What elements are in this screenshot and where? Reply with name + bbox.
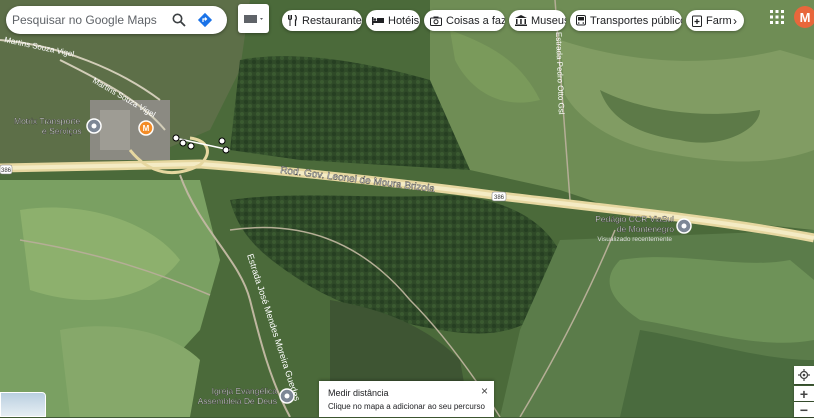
chip-hoteis[interactable]: Hotéis xyxy=(366,10,420,31)
bed-icon xyxy=(372,16,384,25)
chip-restaurantes[interactable]: Restaurantes xyxy=(282,10,362,31)
svg-text:Pedágio CCR ViaSul: Pedágio CCR ViaSul xyxy=(595,214,674,224)
measure-title: Medir distância xyxy=(328,388,389,398)
svg-text:M: M xyxy=(143,124,150,133)
svg-text:Motrix Transporte: Motrix Transporte xyxy=(14,116,80,126)
camera-icon xyxy=(430,16,442,26)
zoom-in-button[interactable]: + xyxy=(794,386,814,402)
measure-distance-card: Medir distância Clique no mapa a adicion… xyxy=(319,381,494,417)
svg-text:Assembleia De Deus: Assembleia De Deus xyxy=(198,396,277,406)
crosshair-icon xyxy=(798,369,810,381)
route-shield-386-west: 386 xyxy=(0,164,13,175)
svg-text:Igreja Evangélica: Igreja Evangélica xyxy=(212,386,277,396)
route-shield-386-center: 386 xyxy=(491,191,507,202)
directions-icon[interactable] xyxy=(194,9,216,31)
pharmacy-icon xyxy=(692,15,702,27)
museum-icon xyxy=(515,15,527,26)
svg-text:e Serviços: e Serviços xyxy=(42,126,82,136)
search-input[interactable] xyxy=(10,12,164,28)
svg-text:386: 386 xyxy=(494,195,505,201)
chip-label: Coisas a fazer xyxy=(446,14,505,27)
chip-label: Hotéis xyxy=(388,14,420,27)
svg-text:386: 386 xyxy=(1,168,12,174)
svg-text:Visualizado recentemente: Visualizado recentemente xyxy=(597,236,672,243)
close-icon[interactable]: × xyxy=(481,384,488,398)
search-box[interactable] xyxy=(6,6,227,34)
search-icon[interactable] xyxy=(168,9,190,31)
chip-transportes-publicos[interactable]: Transportes públicos xyxy=(570,10,682,31)
apps-grid-icon[interactable] xyxy=(768,8,786,26)
zoom-out-button[interactable]: − xyxy=(794,402,814,418)
measure-description: Clique no mapa a adicionar ao seu percur… xyxy=(328,402,485,411)
satellite-map[interactable]: 386 386 Rod. Gov. Leonel de Moura Brizol… xyxy=(0,0,814,417)
bus-icon xyxy=(576,14,586,27)
layers-button[interactable] xyxy=(238,4,269,33)
layers-icon xyxy=(243,14,263,23)
chevron-right-icon[interactable]: › xyxy=(733,14,737,28)
chip-label: Transportes públicos xyxy=(590,14,682,27)
chip-label: Restaurantes xyxy=(302,14,362,27)
layer-thumbnail[interactable] xyxy=(0,392,46,417)
chip-museus[interactable]: Museus xyxy=(509,10,566,31)
chip-farmacias[interactable]: Farm › xyxy=(686,10,744,31)
restaurant-marker[interactable]: M xyxy=(138,120,154,136)
svg-text:de Montenegro: de Montenegro xyxy=(617,224,674,234)
chip-coisas-a-fazer[interactable]: Coisas a fazer xyxy=(424,10,505,31)
account-avatar[interactable]: M xyxy=(794,6,814,28)
fork-knife-icon xyxy=(288,15,298,26)
chip-label: Farm xyxy=(706,14,732,27)
my-location-button[interactable] xyxy=(794,366,814,384)
chip-label: Museus xyxy=(531,14,566,27)
